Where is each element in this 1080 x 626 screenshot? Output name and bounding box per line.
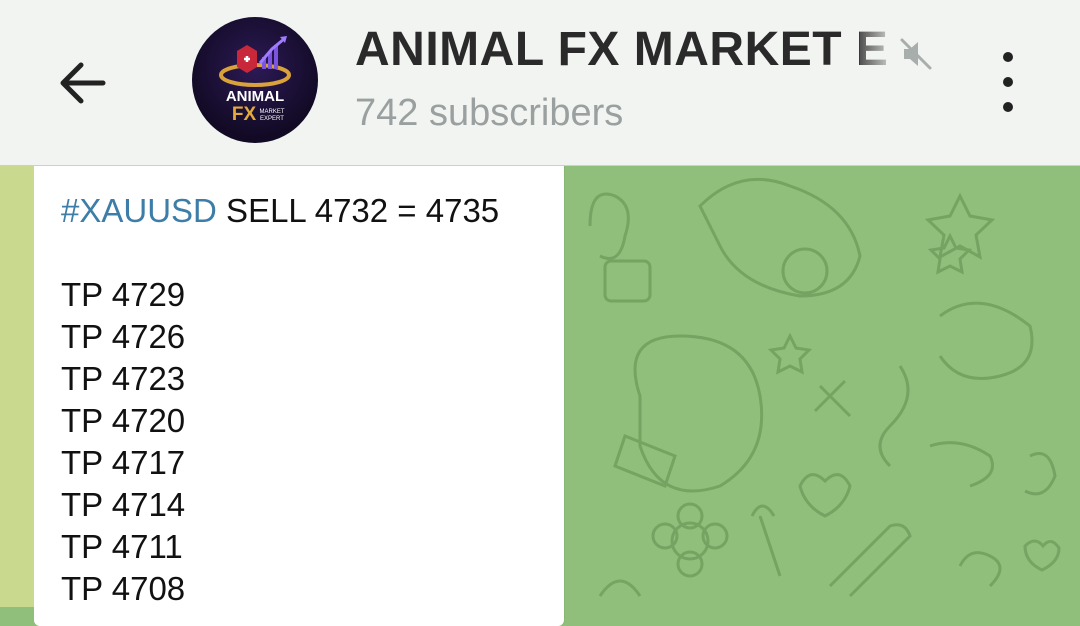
- channel-avatar[interactable]: ANIMAL FX MARKET EXPERT: [192, 17, 318, 143]
- take-profit-line: TP 4720: [61, 402, 186, 439]
- back-button[interactable]: [48, 48, 118, 118]
- channel-logo-icon: ANIMAL FX MARKET EXPERT: [219, 36, 291, 125]
- signal-text: SELL 4732 = 4735: [216, 192, 500, 229]
- take-profit-line: TP 4729: [61, 276, 186, 313]
- more-vertical-icon-dot: [1003, 77, 1013, 87]
- channel-title[interactable]: ANIMAL FX MARKET E: [355, 22, 895, 77]
- arrow-left-icon: [60, 62, 106, 104]
- more-options-button[interactable]: [988, 52, 1028, 112]
- take-profit-line: TP 4726: [61, 318, 186, 355]
- take-profit-line: TP 4711: [61, 528, 183, 565]
- avatar-text-market: MARKET: [259, 109, 284, 115]
- take-profit-line: TP 4708: [61, 570, 186, 607]
- take-profit-line: TP 4723: [61, 360, 186, 397]
- avatar-text-animal: ANIMAL: [226, 88, 284, 105]
- hashtag-link[interactable]: #XAUUSD: [61, 192, 217, 229]
- chat-header: ANIMAL FX MARKET EXPERT ANIMAL FX MARKET…: [0, 0, 1080, 166]
- more-vertical-icon-dot: [1003, 52, 1013, 62]
- more-vertical-icon-dot: [1003, 102, 1013, 112]
- left-edge-strip: [0, 166, 34, 607]
- message-text: #XAUUSD SELL 4732 = 4735 TP 4729 TP 4726…: [61, 190, 499, 610]
- subscriber-count: 742 subscribers: [355, 92, 624, 134]
- avatar-text-expert: EXPERT: [260, 116, 284, 122]
- muted-speaker-icon: [900, 38, 932, 70]
- take-profit-line: TP 4717: [61, 444, 186, 481]
- avatar-text-fx: FX: [232, 104, 257, 125]
- signal-line: #XAUUSD SELL 4732 = 4735: [61, 190, 499, 232]
- take-profit-line: TP 4714: [61, 486, 186, 523]
- title-fade: [860, 20, 900, 82]
